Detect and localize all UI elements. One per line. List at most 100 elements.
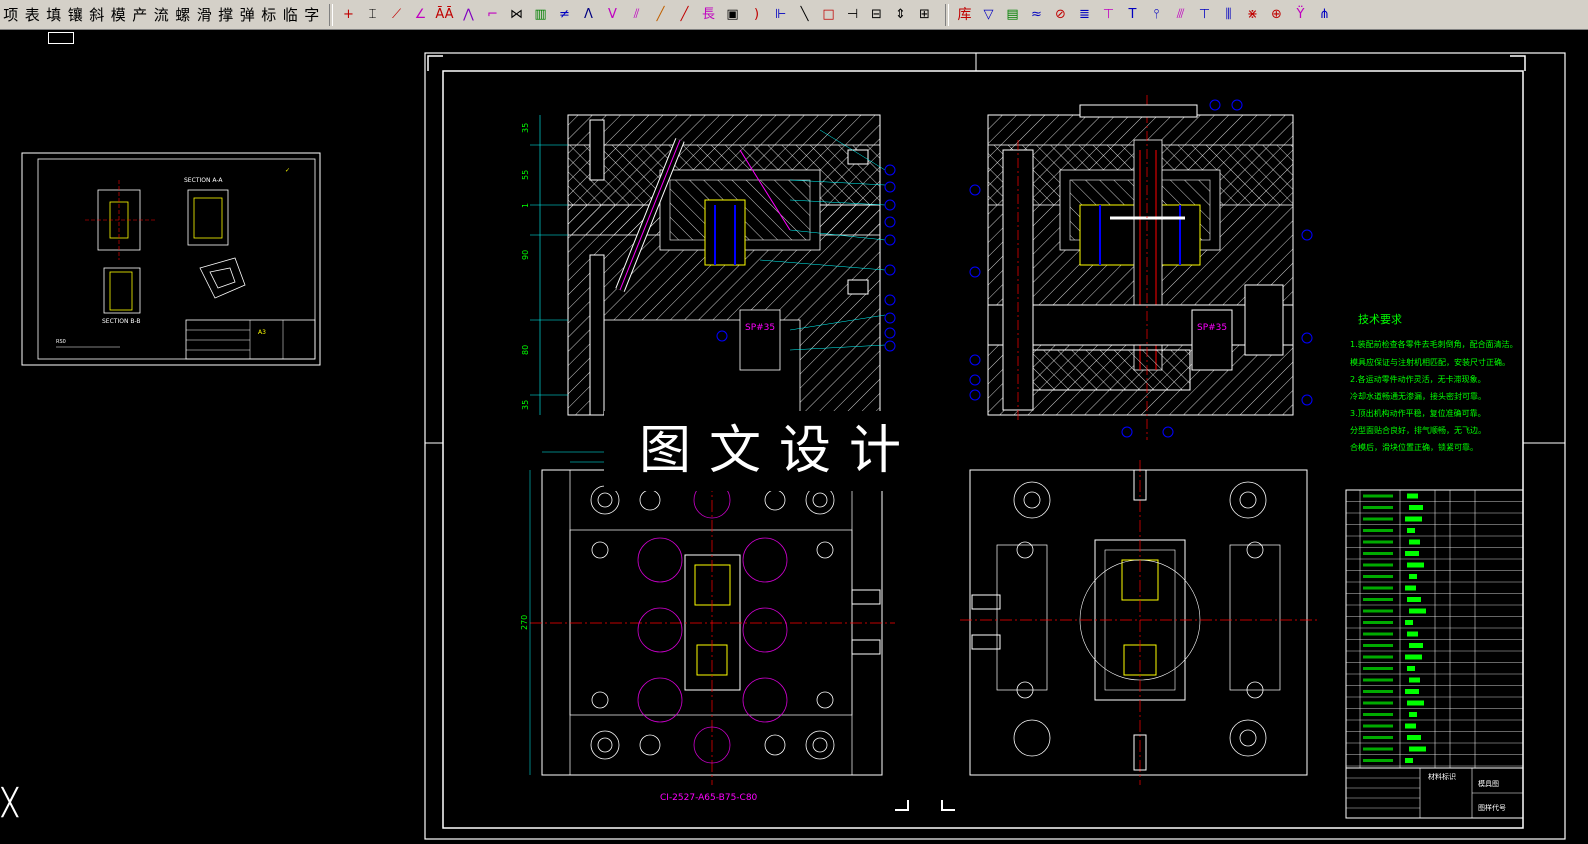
toolbar-button[interactable]: ╱: [675, 4, 695, 26]
toolbar-button[interactable]: ⊤: [1099, 4, 1119, 26]
toolbar-button[interactable]: □: [819, 4, 839, 26]
toolbar-button[interactable]: ): [747, 4, 767, 26]
command-button[interactable]: 标: [258, 0, 280, 30]
command-button[interactable]: 撑: [215, 0, 237, 30]
toolbar-button[interactable]: V: [603, 4, 623, 26]
plan-view-moving-half[interactable]: [960, 460, 1320, 785]
command-button[interactable]: 填: [43, 0, 65, 30]
cross-icon: +: [343, 6, 354, 22]
command-button[interactable]: 字: [301, 0, 323, 30]
sp-label-front: SP#35: [745, 323, 775, 333]
command-button[interactable]: 模: [108, 0, 130, 30]
toolbar-button[interactable]: ▤: [1003, 4, 1023, 26]
drawing-canvas[interactable]: SECTION A-A SECTION B-B ✓ A3 RS0 SP#35 3…: [0, 31, 1588, 840]
toolbar-button[interactable]: ⫼: [1219, 4, 1239, 26]
tech-line: 模具应保证与注射机相匹配，安装尺寸正确。: [1350, 357, 1510, 367]
toolbar-button[interactable]: ⊘: [1051, 4, 1071, 26]
no-icon: ⊘: [1055, 6, 1066, 22]
toolbar-button[interactable]: ≣: [1075, 4, 1095, 26]
toolbar-button[interactable]: Ÿ: [1291, 4, 1311, 26]
frame-icon: □: [822, 6, 835, 22]
section-view-front[interactable]: SP#35 35 55 1 90 80 35: [521, 114, 896, 416]
spring-icon: ≣: [1079, 6, 1090, 22]
command-button[interactable]: 弹: [237, 0, 259, 30]
toolbar-button[interactable]: ⊩: [771, 4, 791, 26]
toolbar-button[interactable]: ▥: [531, 4, 551, 26]
parts-list-table[interactable]: [1345, 489, 1524, 769]
tech-line: 3.顶出机构动作平稳，复位准确可靠。: [1350, 408, 1486, 418]
toolbar-button[interactable]: ⌐: [483, 4, 503, 26]
toolbar-button[interactable]: Λ: [579, 4, 599, 26]
angle-icon: ∠: [414, 6, 427, 22]
library-button[interactable]: 库: [955, 4, 975, 26]
title-block-material: 材料标识: [1428, 772, 1456, 781]
toolbar-separator: [944, 3, 949, 26]
toolbar-button[interactable]: ⋀: [459, 4, 479, 26]
draw-tools-group: + ⌶ ⟋ ∠ ĀĀ ⋀ ⌐ ⋈ ▥ ≠ Λ V ⫽ ╱ ╱ 長 ▣) ⊩ ╲ □ ⊣ ⊟ ⇕ ⊞: [339, 0, 939, 30]
tech-title: 技术要求: [1358, 313, 1402, 326]
fork-icon: ⋔: [1319, 6, 1330, 22]
toolbar-button[interactable]: ⟋: [387, 4, 407, 26]
toolbar-button[interactable]: ⇕: [891, 4, 911, 26]
library-label: 库: [957, 6, 972, 23]
pin-icon: ⫯: [1153, 6, 1160, 22]
tech-line: 2.各运动零件动作灵活，无卡滞现象。: [1350, 374, 1486, 384]
dim-270-label: 270: [520, 615, 529, 630]
section-view-side[interactable]: SP#35: [969, 95, 1313, 440]
toolbar-button[interactable]: ▽: [979, 4, 999, 26]
toolbar-button[interactable]: ≠: [555, 4, 575, 26]
toolbar-button[interactable]: ⊕: [1267, 4, 1287, 26]
toolbar-button[interactable]: ⊤: [1195, 4, 1215, 26]
wave-icon: ≈: [1031, 6, 1042, 22]
stripe-icon: ▥: [534, 6, 547, 22]
socket-icon: ⊤: [1198, 6, 1211, 22]
toolbar-button[interactable]: ╲: [795, 4, 815, 26]
command-button[interactable]: 流: [151, 0, 173, 30]
toolbar-button[interactable]: ⌶: [363, 4, 383, 26]
plan-view-fixed-half[interactable]: 270 CI-2527-A65-B75-C80: [520, 451, 895, 803]
minus-icon: ⊟: [871, 6, 882, 22]
toolbar-button[interactable]: ⋇: [1243, 4, 1263, 26]
toolbar-button[interactable]: +: [339, 4, 359, 26]
command-button[interactable]: 表: [22, 0, 44, 30]
command-button[interactable]: 镶: [65, 0, 87, 30]
tech-line: 合模后，滑块位置正确，锁紧可靠。: [1350, 442, 1478, 452]
toolbar-button[interactable]: 長: [699, 4, 719, 26]
command-button[interactable]: 滑: [194, 0, 216, 30]
column-icon: ⫼: [1225, 6, 1232, 22]
command-button[interactable]: 产: [129, 0, 151, 30]
toolbar-button[interactable]: ≈: [1027, 4, 1047, 26]
peak-icon: Λ: [584, 6, 593, 22]
toolbar-button[interactable]: ∠: [411, 4, 431, 26]
goblet-icon: Ÿ: [1296, 6, 1305, 22]
technical-requirements: 技术要求 1.装配前检查各零件去毛刺倒角，配合面清洁。 模具应保证与注射机相匹配…: [1350, 313, 1518, 452]
dimension-h-icon: ⌶: [368, 6, 377, 22]
watermark-text: 图文设计: [604, 411, 954, 491]
toolbar-button[interactable]: ⊟: [867, 4, 887, 26]
toolbar-button[interactable]: T: [1123, 4, 1143, 26]
command-button[interactable]: 螺: [172, 0, 194, 30]
toolbar-button[interactable]: ▣: [723, 4, 743, 26]
thumbnail-drawing[interactable]: SECTION A-A SECTION B-B ✓ A3 RS0: [21, 152, 321, 366]
toolbar-button[interactable]: ⫻: [1171, 4, 1191, 26]
long-icon: 長: [701, 6, 715, 22]
toolbar-button[interactable]: ╱: [651, 4, 671, 26]
toolbar-separator: [328, 3, 333, 26]
toolbar-button[interactable]: ⊣: [843, 4, 863, 26]
toolbar-button[interactable]: ⫯: [1147, 4, 1167, 26]
command-button[interactable]: 临: [280, 0, 302, 30]
title-block[interactable]: 材料标识 模具图 图样代号: [1345, 767, 1524, 819]
toolbar-button[interactable]: ⋔: [1315, 4, 1335, 26]
zigzag-icon: ⋀: [463, 6, 474, 22]
svg-text:RS0: RS0: [56, 339, 66, 345]
arc-icon: ): [753, 6, 760, 22]
toolbar-button[interactable]: ĀĀ: [435, 4, 455, 26]
thumb-title-label: A3: [258, 329, 266, 336]
toolbar-button[interactable]: ⫽: [627, 4, 647, 26]
toolbar-button[interactable]: ⊞: [915, 4, 935, 26]
bend-icon: ⌐: [487, 6, 498, 22]
command-button[interactable]: 项: [0, 0, 22, 30]
dim-label: 1: [521, 203, 530, 208]
toolbar-button[interactable]: ⋈: [507, 4, 527, 26]
command-button[interactable]: 斜: [86, 0, 108, 30]
